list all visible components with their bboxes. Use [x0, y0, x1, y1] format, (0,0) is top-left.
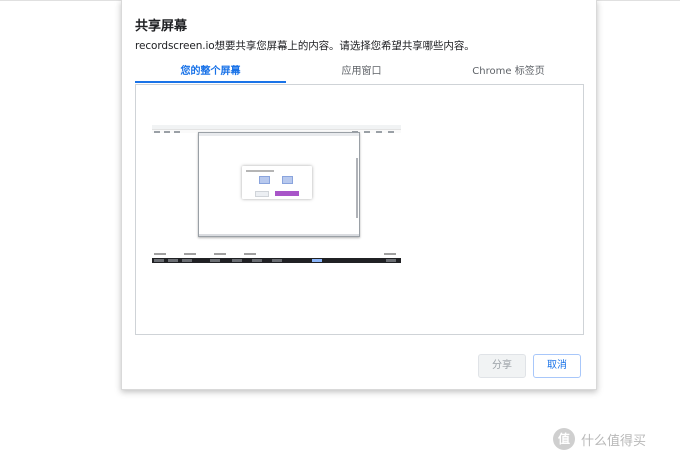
- thumbnail-taskbar: [152, 258, 401, 263]
- thumbnail-taskbar-item: [272, 259, 282, 262]
- tab-chrome-tab[interactable]: Chrome 标签页: [433, 62, 584, 82]
- thumbnail-taskbar-item: [210, 259, 220, 262]
- thumbnail-taskbar-item: [168, 259, 178, 262]
- thumbnail-taskbar-item: [182, 259, 192, 262]
- watermark-text: 什么值得买: [581, 434, 647, 449]
- thumbnail-download-item: [154, 253, 166, 255]
- thumbnail-monitor-icon: [259, 176, 270, 184]
- dialog-title: 共享屏幕: [135, 19, 188, 34]
- background-page-edge: [596, 0, 680, 13]
- thumbnail-browser-window: [198, 132, 360, 237]
- thumbnail-taskbar-clock: [386, 259, 396, 262]
- tab-application-window[interactable]: 应用窗口: [286, 62, 437, 82]
- thumbnail-window-titlebar: [199, 133, 359, 136]
- thumbnail-download-bar: [152, 252, 401, 257]
- thumbnail-window-scrollbar: [356, 158, 358, 218]
- thumbnail-modal-secondary-button: [255, 191, 269, 197]
- watermark: 值 什么值得买: [553, 428, 673, 452]
- thumbnail-toolbar-mark: [164, 131, 170, 133]
- watermark-logo-icon: 值: [553, 428, 575, 450]
- entire-screen-thumbnail[interactable]: [152, 125, 401, 264]
- tab-entire-screen[interactable]: 您的整个屏幕: [135, 62, 286, 82]
- thumbnail-monitor-icon: [282, 176, 293, 184]
- thumbnail-taskbar-item: [252, 259, 262, 262]
- share-screen-dialog: 共享屏幕 recordscreen.io想要共享您屏幕上的内容。请选择您希望共享…: [121, 0, 597, 390]
- thumbnail-modal-primary-button: [275, 191, 299, 196]
- dialog-subtitle: recordscreen.io想要共享您屏幕上的内容。请选择您希望共享哪些内容。: [135, 40, 475, 52]
- thumbnail-taskbar-item-active: [312, 259, 322, 262]
- source-tabs: 您的整个屏幕 应用窗口 Chrome 标签页: [135, 62, 584, 84]
- share-button[interactable]: 分享: [478, 354, 526, 378]
- thumbnail-download-item: [384, 253, 396, 255]
- thumbnail-share-modal: [242, 166, 312, 199]
- thumbnail-toolbar-mark: [364, 131, 370, 133]
- thumbnail-toolbar-mark: [174, 131, 180, 133]
- thumbnail-modal-heading: [246, 170, 274, 172]
- active-tab-indicator: [135, 81, 286, 83]
- thumbnail-window-bottom-bar: [199, 234, 359, 236]
- background-page-edge: [0, 0, 121, 13]
- thumbnail-toolbar-mark: [388, 131, 394, 133]
- screen-preview-area: [135, 84, 584, 335]
- thumbnail-toolbar-mark: [376, 131, 382, 133]
- thumbnail-download-item: [244, 253, 256, 255]
- thumbnail-taskbar-item: [154, 259, 164, 262]
- thumbnail-toolbar-mark: [154, 131, 160, 133]
- thumbnail-download-item: [184, 253, 196, 255]
- thumbnail-download-item: [214, 253, 226, 255]
- cancel-button[interactable]: 取消: [533, 354, 581, 378]
- thumbnail-taskbar-item: [232, 259, 242, 262]
